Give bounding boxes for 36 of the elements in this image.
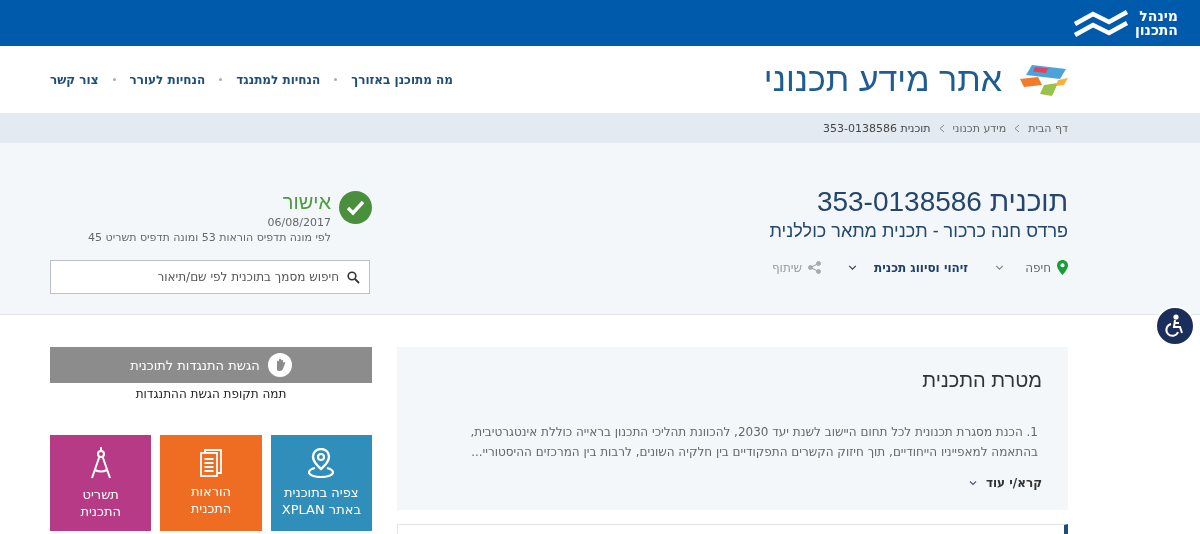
share-icon <box>807 261 821 274</box>
status-date: 06/08/2017 <box>267 216 331 229</box>
nav-link[interactable]: הנחיות לעורר <box>129 72 206 87</box>
search-icon <box>347 271 360 284</box>
chevron-icon <box>938 123 945 133</box>
link-tile[interactable]: תשריט התכנית <box>50 435 152 531</box>
location-dropdown[interactable]: חיפה <box>994 260 1068 275</box>
nav-link[interactable]: צור קשר <box>50 72 99 87</box>
map-pin-icon <box>308 448 335 478</box>
read-more-button[interactable]: קרא/י עוד <box>967 476 1042 490</box>
site-title: אתר מידע תכנוני <box>763 60 1002 99</box>
plan-subtitle: פרדס חנה כרכור - תכנית מתאר כוללנית <box>769 221 1068 242</box>
logo-icon <box>1072 8 1129 38</box>
section-title: מטרת התכנית <box>921 369 1042 392</box>
logo-text: מינהל התכנון <box>1134 9 1178 37</box>
compass-icon <box>89 446 112 480</box>
plan-title: תוכנית 353-0138586 <box>816 185 1068 219</box>
objection-note: תמה תקופת הגשת ההתנגדות <box>134 387 288 401</box>
nav-link[interactable]: מה מתוכנן באזורך <box>351 72 454 87</box>
link-tile[interactable]: צפיה בתוכנית באתר XPLAN <box>270 435 372 531</box>
link-tile[interactable]: הוראות התכנית <box>160 435 262 531</box>
dropdown-button[interactable]: זיהוי וסיווג תכנית <box>846 260 969 275</box>
map-pin-icon <box>1057 260 1068 275</box>
nav-link[interactable]: הנחיות למתנגד <box>236 72 321 87</box>
logo-icon <box>1018 62 1070 97</box>
hand-icon <box>267 353 292 377</box>
status-note: לפי מונה תדפיס הוראות 53 ומונה תדפיס תשריט 45 <box>88 231 331 244</box>
breadcrumb-link[interactable]: דף הבית <box>1028 121 1068 135</box>
goal-text: 1. הכנת מסגרת תכנונית לכל תחום היישוב לשנת יעד 2030, להכוונת תהליכי התכנון בראייה כוללת אינטגרטיבית, בהתאמה למאפייניו הייחודיים, תוך חיזוק הקשרים התפקודיים בין חלקיה השונים, לרבות בין המרכזים ההיסטוריי... <box>469 424 1039 461</box>
chevron-icon <box>967 478 978 488</box>
document-icon <box>200 449 222 477</box>
breadcrumb-current-page: תוכנית 353-0138586 <box>822 121 931 135</box>
status-label: אישור <box>282 191 331 214</box>
search-field[interactable]: חיפוש מסמך בתוכנית לפי שם/תיאור <box>50 260 370 294</box>
breadcrumb-link[interactable]: מידע תכנוני <box>952 121 1007 135</box>
chevron-icon <box>1014 123 1021 133</box>
